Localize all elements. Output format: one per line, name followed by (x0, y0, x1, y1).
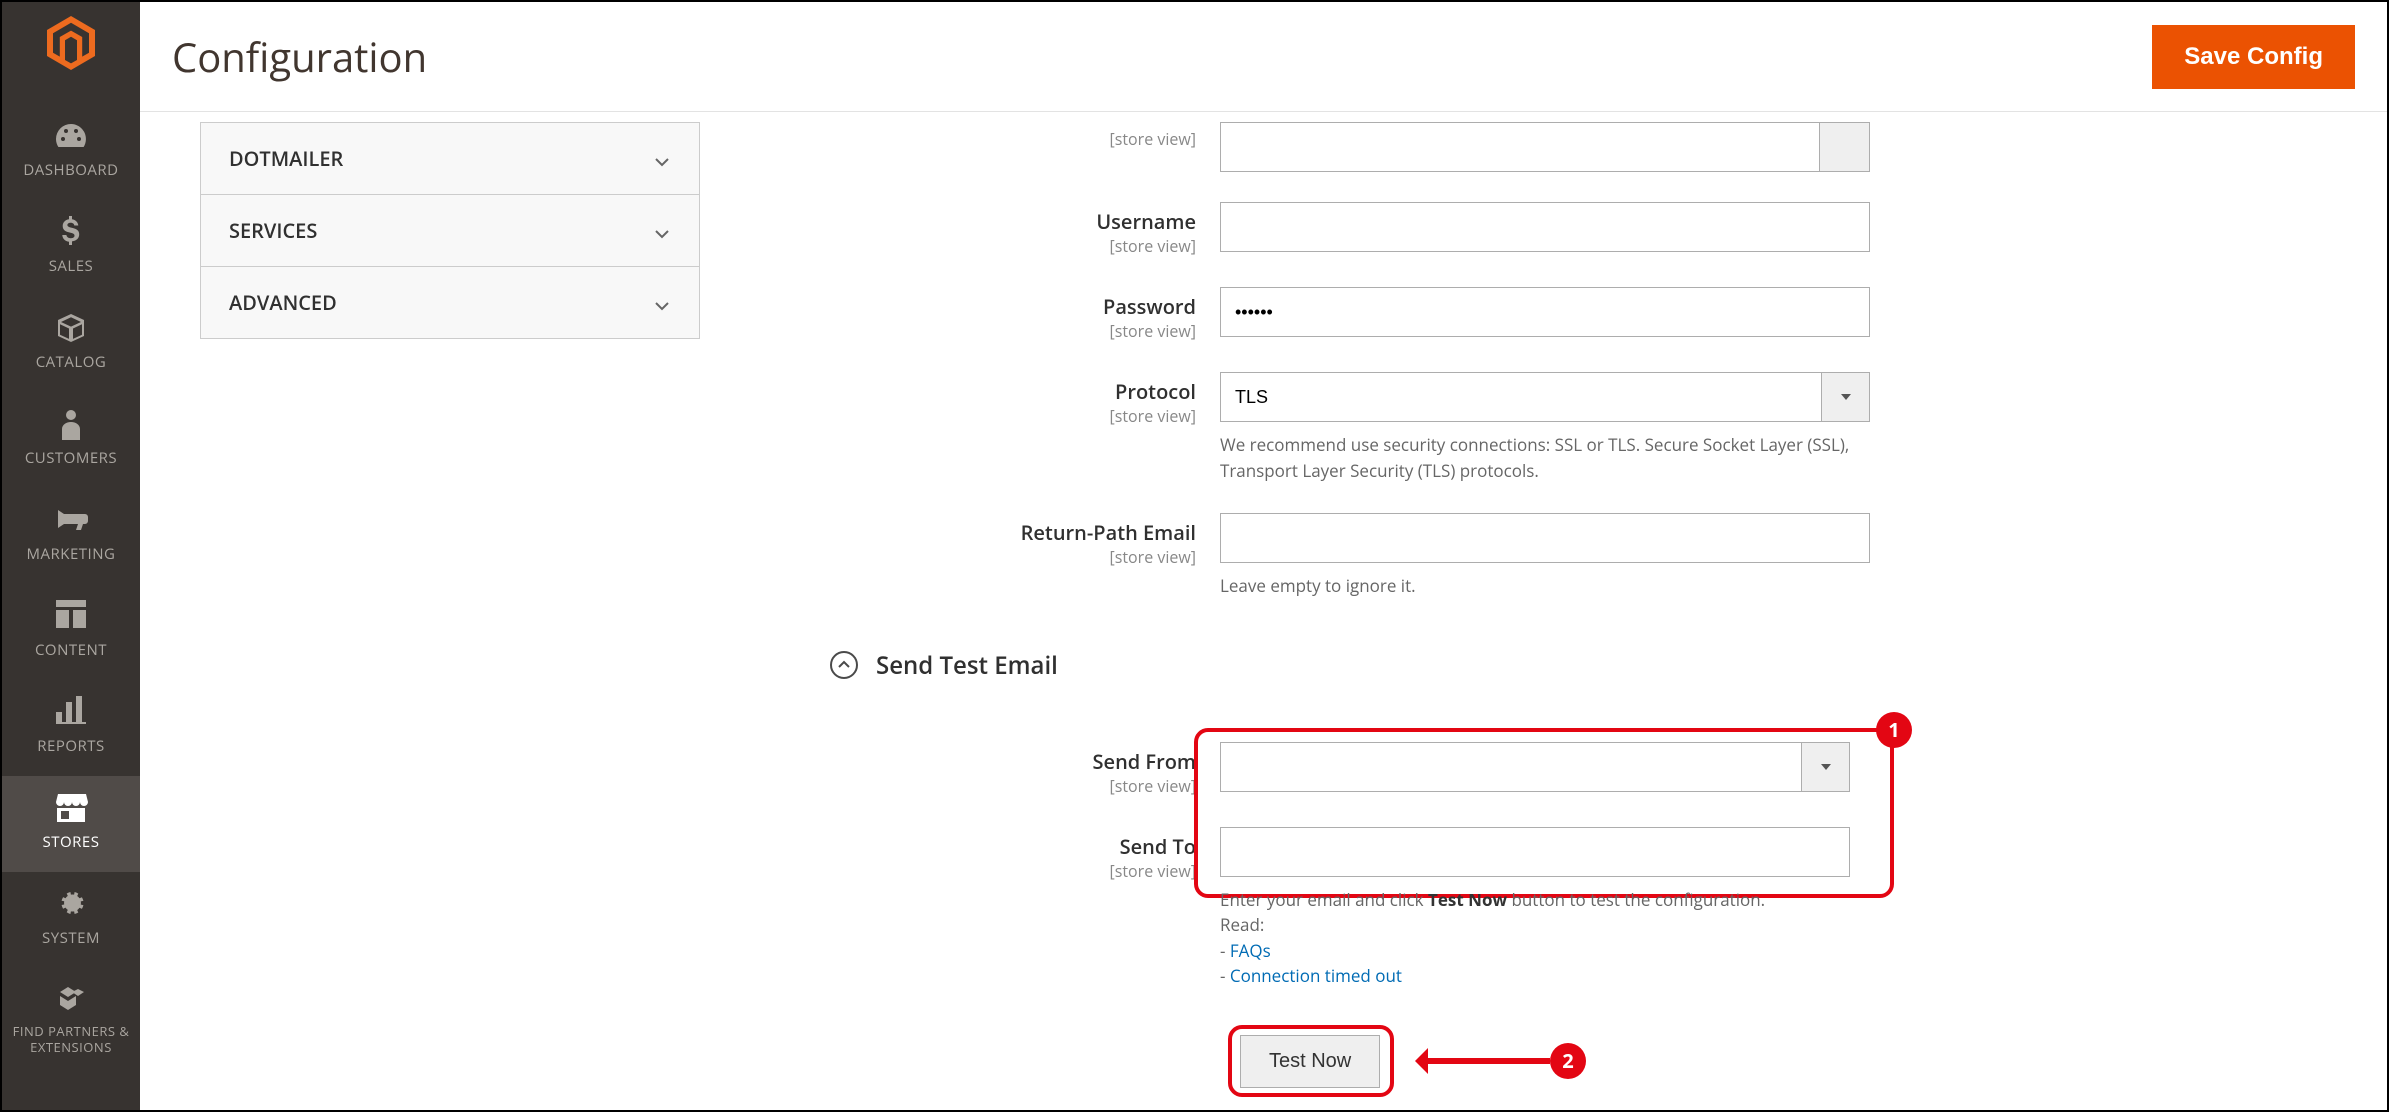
magento-logo-icon (47, 16, 95, 74)
sidebar-item-stores[interactable]: STORES (2, 776, 140, 872)
config-section-advanced[interactable]: ADVANCED (200, 267, 700, 339)
field-row-protocol: Protocol [store view] TLS We recommend u… (800, 372, 2337, 483)
config-nav: DOTMAILER SERVICES ADVANCED (200, 122, 700, 1100)
field-side-button[interactable] (1820, 122, 1870, 172)
field-row-return-path: Return-Path Email [store view] Leave emp… (800, 513, 2337, 599)
sidebar-item-marketing[interactable]: MARKETING (2, 488, 140, 584)
config-section-services[interactable]: SERVICES (200, 195, 700, 267)
config-section-label: ADVANCED (229, 289, 337, 316)
test-now-button[interactable]: Test Now (1240, 1035, 1380, 1088)
section-header-label: Send Test Email (876, 649, 1058, 682)
form-area: [store view] Username [store view] Passw… (800, 122, 2337, 1100)
sidebar-item-sales[interactable]: SALES (2, 200, 140, 296)
chevron-down-icon (653, 294, 671, 312)
content-area: DOTMAILER SERVICES ADVANCED [store view] (140, 112, 2387, 1110)
field-row-username: Username [store view] (800, 202, 2337, 257)
return-path-input[interactable] (1220, 513, 1870, 563)
field-label: Password (800, 293, 1196, 320)
chevron-down-icon (653, 150, 671, 168)
dollar-icon (2, 216, 140, 248)
field-label: Return-Path Email (800, 519, 1196, 546)
bar-chart-icon (2, 696, 140, 728)
save-config-button[interactable]: Save Config (2152, 25, 2355, 89)
return-path-help: Leave empty to ignore it. (1220, 573, 1870, 599)
gauge-icon (2, 120, 140, 152)
protocol-help: We recommend use security connections: S… (1220, 432, 1870, 483)
admin-sidebar: DASHBOARD SALES CATALOG CUSTOMERS MARKET… (2, 2, 140, 1110)
megaphone-icon (2, 504, 140, 536)
sidebar-item-label: CUSTOMERS (2, 448, 140, 468)
sidebar-item-catalog[interactable]: CATALOG (2, 296, 140, 392)
sidebar-item-label: CONTENT (2, 640, 140, 660)
unlabeled-input[interactable] (1220, 122, 1820, 172)
protocol-select[interactable]: TLS (1220, 372, 1870, 422)
field-scope: [store view] (800, 235, 1196, 257)
cube-icon (2, 312, 140, 344)
sidebar-item-label: SYSTEM (2, 928, 140, 948)
field-scope: [store view] (800, 775, 1196, 797)
send-to-help: Enter your email and click Test Now butt… (1220, 887, 1850, 989)
annotation-badge-2: 2 (1550, 1043, 1586, 1079)
connection-timed-out-link[interactable]: Connection timed out (1230, 964, 1402, 987)
sidebar-item-label: MARKETING (2, 544, 140, 564)
field-label: Username (800, 208, 1196, 235)
sidebar-item-reports[interactable]: REPORTS (2, 680, 140, 776)
gear-icon (2, 888, 140, 920)
sidebar-item-customers[interactable]: CUSTOMERS (2, 392, 140, 488)
field-row-top: [store view] (800, 122, 2337, 172)
field-label: Send To (800, 833, 1196, 860)
annotation-arrow (1420, 1058, 1550, 1064)
chevron-down-icon (653, 222, 671, 240)
annotation-badge-1: 1 (1876, 712, 1912, 748)
field-label: Send From (800, 748, 1196, 775)
field-scope: [store view] (800, 546, 1196, 568)
username-input[interactable] (1220, 202, 1870, 252)
sidebar-item-content[interactable]: CONTENT (2, 584, 140, 680)
field-scope: [store view] (800, 405, 1196, 427)
sidebar-item-label: FIND PARTNERS & EXTENSIONS (2, 1024, 140, 1055)
field-row-password: Password [store view] (800, 287, 2337, 342)
sidebar-item-label: CATALOG (2, 352, 140, 372)
person-icon (2, 408, 140, 440)
collapse-toggle-icon (830, 651, 858, 679)
config-section-label: DOTMAILER (229, 145, 343, 172)
page-title: Configuration (172, 29, 427, 84)
field-scope: [store view] (800, 320, 1196, 342)
password-input[interactable] (1220, 287, 1870, 337)
sidebar-item-system[interactable]: SYSTEM (2, 872, 140, 968)
faqs-link[interactable]: FAQs (1230, 939, 1271, 962)
layout-icon (2, 600, 140, 632)
send-from-select[interactable] (1220, 742, 1850, 792)
page-header: Configuration Save Config (140, 2, 2387, 112)
send-to-input[interactable] (1220, 827, 1850, 877)
storefront-icon (2, 792, 140, 824)
section-header-send-test-email[interactable]: Send Test Email (830, 649, 2337, 682)
field-row-send-from: Send From [store view] (800, 742, 2337, 797)
config-section-dotmailer[interactable]: DOTMAILER (200, 122, 700, 195)
sidebar-item-label: DASHBOARD (2, 160, 140, 180)
field-scope: [store view] (800, 128, 1196, 150)
config-section-label: SERVICES (229, 217, 317, 244)
sidebar-item-label: STORES (2, 832, 140, 852)
sidebar-item-label: SALES (2, 256, 140, 276)
sidebar-item-label: REPORTS (2, 736, 140, 756)
sidebar-item-partners[interactable]: FIND PARTNERS & EXTENSIONS (2, 968, 140, 1061)
field-scope: [store view] (800, 860, 1196, 882)
sidebar-item-dashboard[interactable]: DASHBOARD (2, 104, 140, 200)
field-label: Protocol (800, 378, 1196, 405)
blocks-icon (2, 984, 140, 1016)
field-row-send-to: Send To [store view] Enter your email an… (800, 827, 2337, 989)
